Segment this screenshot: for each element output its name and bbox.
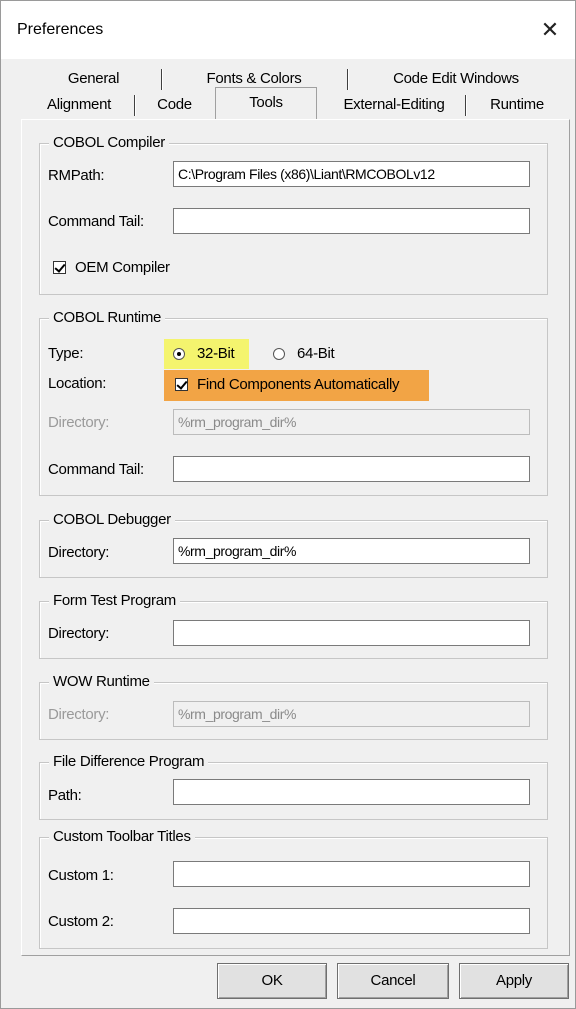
- group-legend: COBOL Compiler: [49, 134, 169, 151]
- radio-64-bit[interactable]: [273, 348, 285, 360]
- group-legend: COBOL Runtime: [49, 309, 166, 326]
- radio-32-bit[interactable]: [173, 348, 185, 360]
- tab-divider: [465, 95, 467, 116]
- title-bar: Preferences ✕: [1, 1, 575, 59]
- runtime-command-tail-input[interactable]: [173, 456, 530, 482]
- group-legend: WOW Runtime: [49, 673, 154, 690]
- find-components-checkbox[interactable]: [175, 378, 188, 391]
- tab-runtime[interactable]: Runtime: [469, 93, 565, 117]
- tab-divider: [134, 95, 136, 116]
- group-legend: Form Test Program: [49, 592, 180, 609]
- tab-divider: [161, 69, 163, 90]
- cancel-button[interactable]: Cancel: [337, 963, 449, 999]
- close-icon[interactable]: ✕: [535, 15, 565, 45]
- find-components-label: Find Components Automatically: [197, 376, 400, 393]
- radio-64-bit-label: 64-Bit: [297, 345, 335, 362]
- wow-directory-input: %rm_program_dir%: [173, 701, 530, 727]
- rmpath-label: RMPath:: [48, 167, 105, 184]
- apply-button[interactable]: Apply: [459, 963, 569, 999]
- custom-2-label: Custom 2:: [48, 913, 114, 930]
- rmpath-input[interactable]: C:\Program Files (x86)\Liant\RMCOBOLv12: [173, 161, 530, 187]
- ok-button[interactable]: OK: [217, 963, 327, 999]
- oem-compiler-checkbox[interactable]: [53, 261, 66, 274]
- preferences-dialog: Preferences ✕ General Fonts & Colors Cod…: [0, 0, 576, 1009]
- group-legend: COBOL Debugger: [49, 511, 175, 528]
- form-test-directory-input[interactable]: [173, 620, 530, 646]
- tab-alignment[interactable]: Alignment: [31, 93, 127, 117]
- compiler-command-tail-label: Command Tail:: [48, 213, 144, 230]
- form-test-directory-label: Directory:: [48, 625, 110, 642]
- group-legend: File Difference Program: [49, 753, 209, 770]
- group-legend: Custom Toolbar Titles: [49, 828, 195, 845]
- tab-row-front: Alignment Code Tools External-Editing Ru…: [31, 87, 571, 120]
- runtime-command-tail-label: Command Tail:: [48, 461, 144, 478]
- oem-compiler-label: OEM Compiler: [75, 259, 170, 276]
- debugger-directory-label: Directory:: [48, 544, 110, 561]
- dialog-title: Preferences: [17, 21, 104, 38]
- custom-1-label: Custom 1:: [48, 867, 114, 884]
- type-label: Type:: [48, 345, 84, 362]
- custom-2-input[interactable]: [173, 908, 530, 934]
- runtime-directory-input: %rm_program_dir%: [173, 409, 530, 435]
- file-diff-path-label: Path:: [48, 787, 82, 804]
- tab-divider: [347, 69, 349, 90]
- wow-directory-label: Directory:: [48, 706, 110, 723]
- runtime-directory-label: Directory:: [48, 414, 110, 431]
- tab-code[interactable]: Code: [137, 93, 212, 117]
- radio-32-bit-label: 32-Bit: [197, 345, 235, 362]
- tab-external-editing[interactable]: External-Editing: [323, 93, 465, 117]
- tab-general[interactable]: General: [31, 67, 156, 91]
- tab-code-edit-windows[interactable]: Code Edit Windows: [351, 67, 561, 91]
- tab-tools[interactable]: Tools: [215, 87, 317, 120]
- custom-1-input[interactable]: [173, 861, 530, 887]
- location-label: Location:: [48, 375, 107, 392]
- file-diff-path-input[interactable]: [173, 779, 530, 805]
- compiler-command-tail-input[interactable]: [173, 208, 530, 234]
- debugger-directory-input[interactable]: %rm_program_dir%: [173, 538, 530, 564]
